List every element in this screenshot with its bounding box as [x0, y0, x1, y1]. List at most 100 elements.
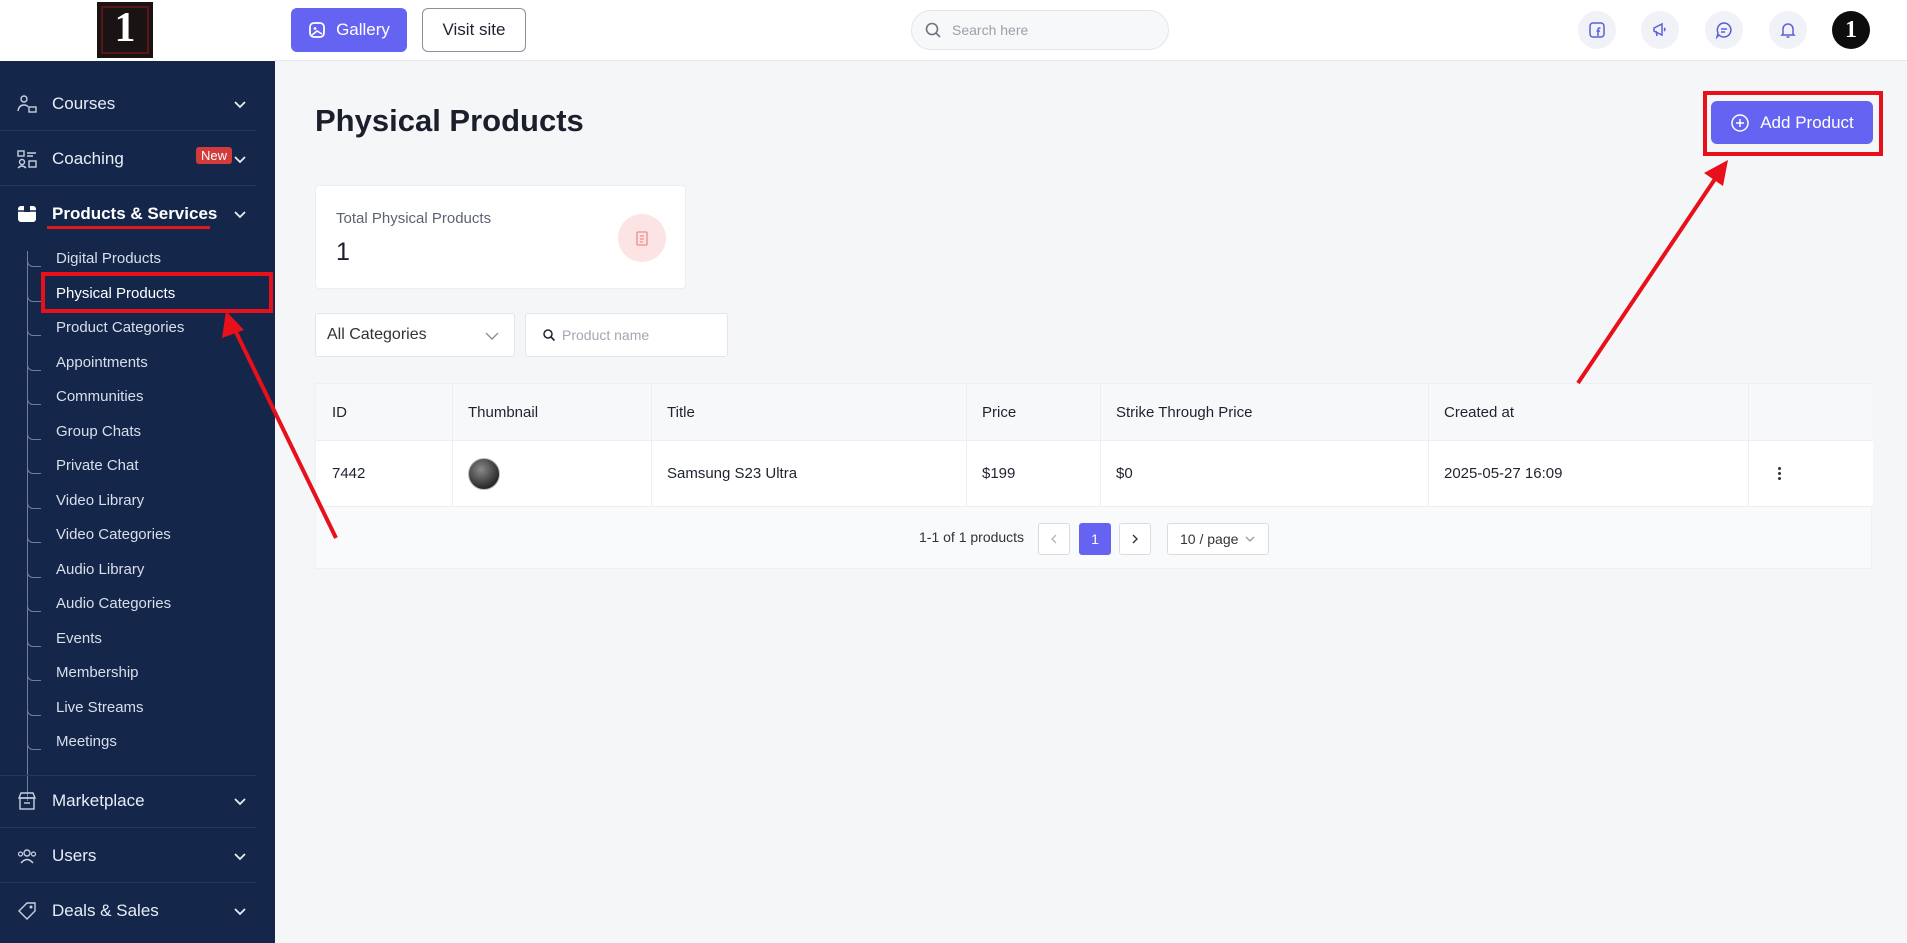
chevron-down-icon — [234, 853, 246, 861]
user-avatar[interactable]: 1 — [1832, 11, 1870, 49]
submenu-item-product-categories[interactable]: Product Categories — [56, 319, 184, 336]
products-table: ID Thumbnail Title Price Strike Through … — [315, 383, 1873, 569]
col-id[interactable]: ID — [316, 384, 452, 440]
product-name-input[interactable] — [562, 327, 722, 343]
sidebar-item-label: Deals & Sales — [52, 901, 159, 920]
tree-hook — [27, 671, 41, 681]
tree-hook — [27, 740, 41, 750]
visit-site-button[interactable]: Visit site — [422, 8, 526, 52]
chevron-down-icon — [485, 332, 499, 340]
submenu-item-video-categories[interactable]: Video Categories — [56, 526, 171, 543]
sidebar-divider — [0, 882, 256, 883]
page-title: Physical Products — [315, 103, 584, 138]
tag-icon — [18, 902, 36, 920]
submenu-item-group-chats[interactable]: Group Chats — [56, 423, 141, 440]
category-select[interactable]: All Categories — [315, 313, 515, 357]
courses-icon — [17, 95, 37, 113]
header-search-input[interactable] — [952, 22, 1142, 38]
chevron-down-icon — [234, 156, 246, 164]
stat-card-total: Total Physical Products 1 — [315, 185, 686, 289]
chevron-right-icon — [1132, 534, 1138, 544]
announcements-button[interactable] — [1641, 11, 1679, 49]
gallery-icon — [309, 22, 325, 38]
col-strike-price[interactable]: Strike Through Price — [1100, 384, 1428, 440]
tree-hook — [27, 706, 41, 716]
logo-area: 1 — [0, 0, 275, 61]
cell-strike-price: $0 — [1116, 465, 1133, 482]
clipboard-icon — [636, 231, 648, 246]
submenu-item-audio-categories[interactable]: Audio Categories — [56, 595, 171, 612]
sidebar-item-products-services[interactable]: Products & Services — [0, 192, 256, 236]
submenu-item-meetings[interactable]: Meetings — [56, 733, 117, 750]
tree-hook — [27, 326, 41, 336]
submenu-item-communities[interactable]: Communities — [56, 388, 144, 405]
sidebar: Courses Coaching New Products & Services… — [0, 61, 275, 943]
megaphone-icon — [1653, 22, 1666, 37]
col-price[interactable]: Price — [966, 384, 1100, 440]
submenu-item-audio-library[interactable]: Audio Library — [56, 561, 144, 578]
visit-site-label: Visit site — [442, 20, 506, 39]
sidebar-divider — [0, 827, 256, 828]
gallery-button[interactable]: Gallery — [291, 8, 407, 52]
col-created-at[interactable]: Created at — [1428, 384, 1748, 440]
table-header: ID Thumbnail Title Price Strike Through … — [316, 384, 1873, 441]
sidebar-item-marketplace[interactable]: Marketplace — [0, 779, 256, 823]
col-thumbnail[interactable]: Thumbnail — [452, 384, 651, 440]
submenu-item-video-library[interactable]: Video Library — [56, 492, 144, 509]
next-page-button[interactable] — [1119, 523, 1151, 555]
submenu-item-events[interactable]: Events — [56, 630, 102, 647]
facebook-button[interactable] — [1578, 11, 1616, 49]
logo-text: 1 — [114, 5, 136, 51]
tree-hook — [27, 292, 41, 302]
store-icon — [17, 792, 37, 810]
chevron-down-icon — [234, 798, 246, 806]
submenu-item-private-chat[interactable]: Private Chat — [56, 457, 139, 474]
coaching-icon — [17, 150, 37, 169]
row-actions[interactable] — [1748, 441, 1873, 506]
stat-value: 1 — [336, 238, 350, 266]
tree-hook — [27, 361, 41, 371]
header-search[interactable] — [911, 10, 1169, 50]
brand-logo[interactable]: 1 — [97, 2, 153, 58]
prev-page-button[interactable] — [1038, 523, 1070, 555]
submenu-item-digital-products[interactable]: Digital Products — [56, 250, 161, 267]
chevron-down-icon — [234, 908, 246, 916]
submenu-item-membership[interactable]: Membership — [56, 664, 139, 681]
col-divider — [1748, 384, 1749, 440]
gallery-label: Gallery — [336, 20, 390, 39]
tree-hook — [27, 395, 41, 405]
more-vertical-icon[interactable] — [1778, 467, 1781, 480]
page-size-value: 10 / page — [1180, 531, 1239, 547]
cell-created-at: 2025-05-27 16:09 — [1444, 465, 1563, 482]
stat-label: Total Physical Products — [336, 210, 492, 227]
annotation-box-add-product — [1703, 91, 1883, 156]
sidebar-item-users[interactable]: Users — [0, 834, 256, 878]
page-size-select[interactable]: 10 / page — [1167, 523, 1269, 555]
sidebar-item-courses[interactable]: Courses — [0, 82, 256, 126]
stat-icon-badge — [618, 214, 666, 262]
tree-hook — [27, 257, 41, 267]
notifications-button[interactable] — [1769, 11, 1807, 49]
users-icon — [17, 849, 37, 864]
product-thumbnail[interactable] — [468, 457, 500, 490]
sidebar-item-deals-sales[interactable]: Deals & Sales — [0, 889, 256, 933]
tree-hook — [27, 602, 41, 612]
submenu-item-live-streams[interactable]: Live Streams — [56, 699, 144, 716]
cell-price: $199 — [982, 465, 1016, 482]
submenu-item-appointments[interactable]: Appointments — [56, 354, 148, 371]
page-button-current[interactable]: 1 — [1079, 523, 1111, 555]
table-row[interactable]: 7442 Samsung S23 Ultra $199 $0 2025-05-2… — [316, 441, 1873, 507]
col-title[interactable]: Title — [651, 384, 966, 440]
cell-thumbnail — [452, 441, 651, 506]
active-item-underline — [47, 226, 210, 229]
tree-hook — [27, 637, 41, 647]
chevron-down-icon — [234, 101, 246, 109]
chevron-down-icon — [1245, 536, 1255, 542]
messages-button[interactable] — [1705, 11, 1743, 49]
tree-hook — [27, 499, 41, 509]
product-name-search[interactable] — [525, 313, 728, 357]
chevron-left-icon — [1051, 534, 1057, 544]
annotation-box-physical-products — [41, 272, 273, 313]
sidebar-item-label: Users — [52, 846, 97, 865]
sidebar-item-label: Coaching — [52, 149, 124, 168]
